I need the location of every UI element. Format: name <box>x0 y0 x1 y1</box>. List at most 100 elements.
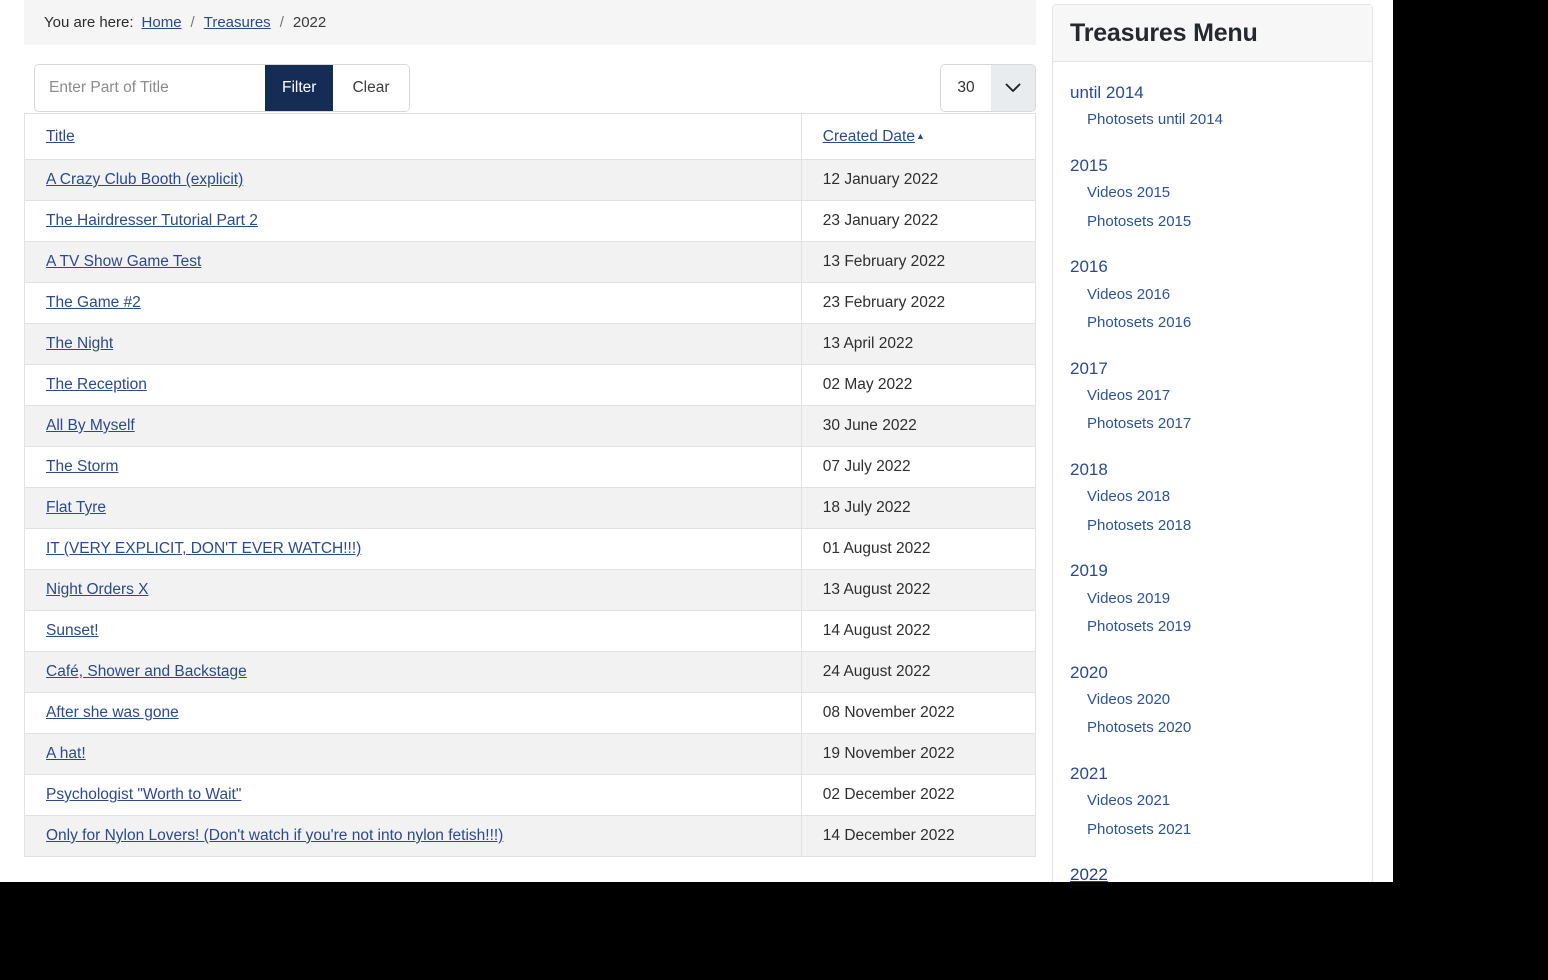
sidebar-year-group: 2017 Videos 2017 Photosets 2017 <box>1070 356 1355 439</box>
list-limit-select[interactable]: 30 <box>940 64 1036 112</box>
treasure-created-date: 23 February 2022 <box>822 294 946 311</box>
sidebar-subitem-photosets-2021[interactable]: Photosets 2021 <box>1087 816 1355 845</box>
sidebar-subitem-photosets-2017[interactable]: Photosets 2017 <box>1087 410 1355 439</box>
sidebar-item-year-2022[interactable]: 2022 <box>1070 862 1355 882</box>
sidebar-menu-list: until 2014 Photosets until 2014 2015 Videos… <box>1053 62 1372 882</box>
browser-viewport: You are here: Home / Treasures / 2022 Fi… <box>0 0 1393 882</box>
table-row: The Night 13 April 2022 <box>24 323 1036 365</box>
table-cell-created-date: 18 July 2022 <box>800 487 1036 529</box>
sidebar-subitem-videos-2017[interactable]: Videos 2017 <box>1087 382 1355 411</box>
table-cell-created-date: 30 June 2022 <box>800 405 1036 447</box>
treasure-created-date: 13 August 2022 <box>822 581 931 598</box>
treasure-title-link[interactable]: Flat Tyre <box>46 499 106 516</box>
treasure-created-date: 02 December 2022 <box>822 786 955 803</box>
treasure-title-link[interactable]: The Storm <box>46 458 118 475</box>
table-header-row: Title Created Date▲ <box>24 113 1036 160</box>
breadcrumb-link-home[interactable]: Home <box>142 14 182 31</box>
sidebar-subitem-photosets-2018[interactable]: Photosets 2018 <box>1087 512 1355 541</box>
sidebar-year-group: until 2014 Photosets until 2014 <box>1070 80 1355 135</box>
sort-by-title-link[interactable]: Title <box>46 128 75 145</box>
table-cell-title: The Storm <box>24 446 802 488</box>
sidebar-item-year-2017[interactable]: 2017 <box>1070 356 1355 382</box>
treasure-title-link[interactable]: A TV Show Game Test <box>46 253 201 270</box>
table-row: A TV Show Game Test 13 February 2022 <box>24 241 1036 283</box>
treasure-title-link[interactable]: A hat! <box>46 745 86 762</box>
sidebar-year-group: 2020 Videos 2020 Photosets 2020 <box>1070 660 1355 743</box>
list-limit-value: 30 <box>957 79 975 96</box>
treasures-table: Title Created Date▲ A Crazy Club Booth (… <box>24 113 1036 857</box>
search-input[interactable] <box>35 65 265 111</box>
sidebar-year-group: 2021 Videos 2021 Photosets 2021 <box>1070 761 1355 844</box>
sidebar-year-group: 2016 Videos 2016 Photosets 2016 <box>1070 254 1355 337</box>
sidebar-subitem-videos-2016[interactable]: Videos 2016 <box>1087 281 1355 310</box>
breadcrumb: You are here: Home / Treasures / 2022 <box>24 0 1036 45</box>
table-row: The Game #2 23 February 2022 <box>24 282 1036 324</box>
sidebar-subitem-videos-2020[interactable]: Videos 2020 <box>1087 686 1355 715</box>
treasure-title-link[interactable]: Psychologist "Worth to Wait" <box>46 786 241 803</box>
treasure-title-link[interactable]: The Reception <box>46 376 147 393</box>
sort-by-created-date-link[interactable]: Created Date <box>823 128 915 145</box>
treasure-created-date: 24 August 2022 <box>822 663 931 680</box>
table-cell-title: After she was gone <box>24 692 802 734</box>
treasure-title-link[interactable]: Only for Nylon Lovers! (Don't watch if y… <box>46 827 503 844</box>
treasure-title-link[interactable]: The Night <box>46 335 113 352</box>
sidebar-subitem-videos-2021[interactable]: Videos 2021 <box>1087 787 1355 816</box>
sidebar-subitem-videos-2019[interactable]: Videos 2019 <box>1087 585 1355 614</box>
sort-ascending-icon: ▲ <box>915 130 925 141</box>
treasure-title-link[interactable]: Night Orders X <box>46 581 149 598</box>
treasure-title-link[interactable]: A Crazy Club Booth (explicit) <box>46 171 243 188</box>
sidebar-subitem-videos-2015[interactable]: Videos 2015 <box>1087 179 1355 208</box>
sidebar-year-group: 2015 Videos 2015 Photosets 2015 <box>1070 153 1355 236</box>
table-row: Flat Tyre 18 July 2022 <box>24 487 1036 529</box>
sidebar-subitem-photosets-2020[interactable]: Photosets 2020 <box>1087 714 1355 743</box>
sidebar-item-year-2015[interactable]: 2015 <box>1070 153 1355 179</box>
table-cell-created-date: 23 February 2022 <box>800 282 1036 324</box>
sidebar-subitem-photosets-2016[interactable]: Photosets 2016 <box>1087 309 1355 338</box>
table-cell-title: Psychologist "Worth to Wait" <box>24 774 802 816</box>
sidebar-subitem-photosets-2015[interactable]: Photosets 2015 <box>1087 208 1355 237</box>
table-row: Psychologist "Worth to Wait" 02 December … <box>24 774 1036 816</box>
sidebar-header: Treasures Menu <box>1053 5 1372 62</box>
treasure-created-date: 19 November 2022 <box>822 745 955 762</box>
column-header-created-date: Created Date▲ <box>800 113 1036 160</box>
table-row: A hat! 19 November 2022 <box>24 733 1036 775</box>
treasure-title-link[interactable]: After she was gone <box>46 704 179 721</box>
sidebar-year-group: 2018 Videos 2018 Photosets 2018 <box>1070 457 1355 540</box>
table-cell-created-date: 13 April 2022 <box>800 323 1036 365</box>
sidebar-subitem-videos-2018[interactable]: Videos 2018 <box>1087 483 1355 512</box>
table-cell-created-date: 13 February 2022 <box>800 241 1036 283</box>
sidebar-subitem-photosets-2019[interactable]: Photosets 2019 <box>1087 613 1355 642</box>
treasure-title-link[interactable]: All By Myself <box>46 417 135 434</box>
sidebar-item-year-2016[interactable]: 2016 <box>1070 254 1355 280</box>
treasure-created-date: 12 January 2022 <box>822 171 939 188</box>
treasure-title-link[interactable]: IT (VERY EXPLICIT, DON'T EVER WATCH!!!) <box>46 540 361 557</box>
breadcrumb-link-treasures[interactable]: Treasures <box>204 14 271 31</box>
table-cell-created-date: 14 December 2022 <box>800 815 1036 857</box>
table-body: A Crazy Club Booth (explicit) 12 January … <box>24 159 1036 857</box>
sidebar-item-year-until-2014[interactable]: until 2014 <box>1070 80 1355 106</box>
sidebar-subitem-photosets-until-2014[interactable]: Photosets until 2014 <box>1087 106 1355 135</box>
sidebar-item-year-2021[interactable]: 2021 <box>1070 761 1355 787</box>
treasure-created-date: 23 January 2022 <box>822 212 939 229</box>
clear-button[interactable]: Clear <box>333 65 409 111</box>
breadcrumb-current: 2022 <box>292 14 327 31</box>
sidebar-item-year-2019[interactable]: 2019 <box>1070 558 1355 584</box>
table-row: The Reception 02 May 2022 <box>24 364 1036 406</box>
treasure-title-link[interactable]: The Hairdresser Tutorial Part 2 <box>46 212 258 229</box>
sidebar-item-year-2018[interactable]: 2018 <box>1070 457 1355 483</box>
table-cell-created-date: 23 January 2022 <box>800 200 1036 242</box>
table-row: After she was gone 08 November 2022 <box>24 692 1036 734</box>
treasure-title-link[interactable]: Sunset! <box>46 622 99 639</box>
table-cell-title: Only for Nylon Lovers! (Don't watch if y… <box>24 815 802 857</box>
filter-input-group: Filter Clear <box>34 64 410 112</box>
sidebar-item-year-2020[interactable]: 2020 <box>1070 660 1355 686</box>
table-row: The Hairdresser Tutorial Part 2 23 Januar… <box>24 200 1036 242</box>
filter-button[interactable]: Filter <box>265 65 334 111</box>
sidebar-year-group: 2022Videos 2022Photosets 2022 <box>1070 862 1355 882</box>
treasure-title-link[interactable]: Café, Shower and Backstage <box>46 663 247 680</box>
treasure-title-link[interactable]: The Game #2 <box>46 294 141 311</box>
sidebar-year-group: 2019 Videos 2019 Photosets 2019 <box>1070 558 1355 641</box>
treasure-created-date: 13 April 2022 <box>822 335 914 352</box>
treasure-created-date: 08 November 2022 <box>822 704 955 721</box>
table-cell-created-date: 12 January 2022 <box>800 159 1036 201</box>
